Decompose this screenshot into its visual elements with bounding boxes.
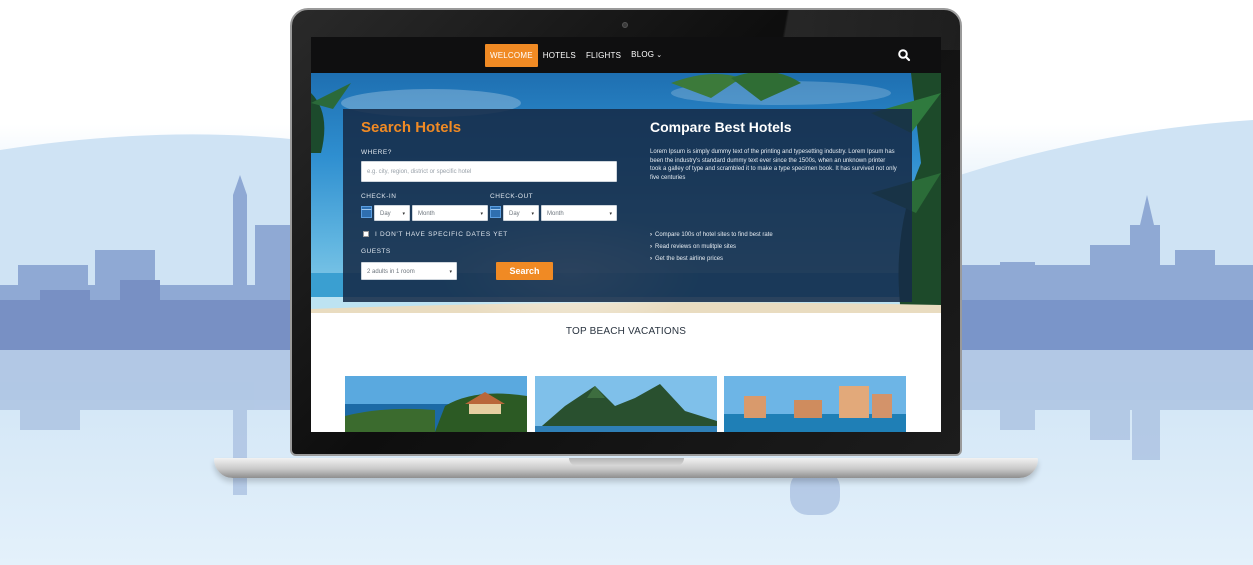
checkin-day-value: Day: [380, 211, 391, 217]
nav-item-blog-label: BLOG: [631, 50, 655, 59]
compare-hotels-title: Compare Best Hotels: [650, 119, 792, 135]
checkin-month-select[interactable]: Month ▾: [412, 205, 488, 221]
compare-description: Lorem Ipsum is simply dummy text of the …: [650, 149, 897, 181]
feature-text: Get the best airline prices: [655, 256, 724, 262]
nav-item-hotels[interactable]: HOTELS: [538, 44, 581, 67]
chevron-right-icon: ›: [650, 244, 652, 250]
feature-item: › Get the best airline prices: [650, 253, 773, 265]
caret-down-icon: ▾: [609, 211, 612, 217]
checkout-day-select[interactable]: Day ▾: [503, 205, 539, 221]
feature-item: › Read reviews on mulitple sites: [650, 241, 773, 253]
search-panel: Search Hotels WHERE? e.g. city, region, …: [343, 109, 912, 302]
vacation-thumbnail[interactable]: [724, 376, 906, 432]
top-beach-vacations-heading: TOP BEACH VACATIONS: [565, 326, 687, 337]
checkout-month-select[interactable]: Month ▾: [541, 205, 617, 221]
search-icon[interactable]: [897, 48, 911, 62]
caret-down-icon: ▾: [449, 269, 452, 275]
no-dates-label: I DON'T HAVE SPECIFIC DATES YET: [375, 231, 508, 238]
search-button[interactable]: Search: [496, 262, 553, 280]
laptop-screen: WELCOME HOTELS FLIGHTS BLOG ⌄ Search Hot…: [311, 37, 941, 432]
chevron-down-icon: ⌄: [656, 52, 663, 59]
vacation-thumbnail[interactable]: [345, 376, 527, 432]
feature-item: › Compare 100s of hotel sites to find bes…: [650, 229, 773, 241]
calendar-icon[interactable]: [361, 205, 372, 218]
hero-banner: Search Hotels WHERE? e.g. city, region, …: [311, 73, 941, 313]
checkin-label: CHECK-IN: [361, 193, 397, 200]
chevron-right-icon: ›: [650, 256, 652, 262]
guests-select[interactable]: 2 adults in 1 room ▾: [361, 262, 457, 280]
checkout-month-value: Month: [547, 211, 564, 217]
nav-menu: WELCOME HOTELS FLIGHTS BLOG ⌄: [485, 43, 667, 67]
laptop-opening-notch: [569, 458, 684, 466]
where-label: WHERE?: [361, 149, 392, 156]
checkout-day-value: Day: [509, 211, 520, 217]
feature-text: Compare 100s of hotel sites to find best…: [655, 232, 773, 238]
caret-down-icon: ▾: [531, 211, 534, 217]
vacation-thumbnail[interactable]: [535, 376, 717, 432]
site-navbar: WELCOME HOTELS FLIGHTS BLOG ⌄: [311, 37, 941, 73]
checkout-label: CHECK-OUT: [490, 193, 534, 200]
nav-item-flights[interactable]: FLIGHTS: [581, 44, 626, 67]
feature-list: › Compare 100s of hotel sites to find bes…: [650, 229, 773, 265]
caret-down-icon: ▾: [402, 211, 405, 217]
guests-value: 2 adults in 1 room: [367, 269, 415, 275]
feature-text: Read reviews on mulitple sites: [655, 244, 737, 250]
guests-label: GUESTS: [361, 248, 391, 255]
camera-icon: [622, 22, 628, 28]
checkin-month-value: Month: [418, 211, 435, 217]
no-dates-checkbox[interactable]: [363, 231, 369, 237]
laptop-base: [214, 458, 1038, 478]
search-hotels-title: Search Hotels: [361, 119, 462, 136]
chevron-right-icon: ›: [650, 232, 652, 238]
calendar-icon[interactable]: [490, 205, 501, 218]
checkin-day-select[interactable]: Day ▾: [374, 205, 410, 221]
nav-item-blog[interactable]: BLOG ⌄: [626, 43, 667, 67]
where-input[interactable]: e.g. city, region, district or specific …: [361, 161, 617, 182]
nav-item-welcome[interactable]: WELCOME: [485, 43, 538, 67]
caret-down-icon: ▾: [480, 211, 483, 217]
